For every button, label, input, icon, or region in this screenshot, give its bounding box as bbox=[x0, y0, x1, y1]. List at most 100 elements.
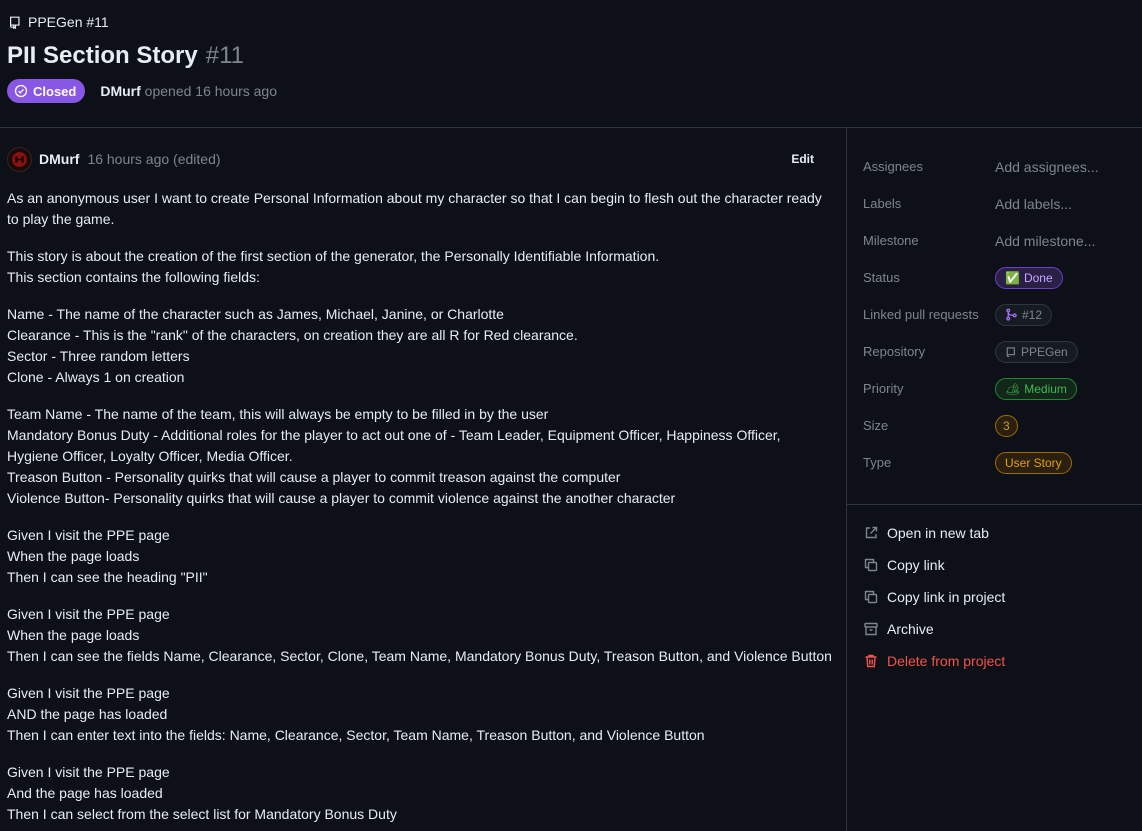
repo-icon bbox=[1006, 346, 1015, 357]
trash-icon bbox=[865, 654, 877, 668]
check-circle-icon bbox=[14, 84, 28, 98]
repository-label: PPEGen bbox=[1021, 344, 1068, 359]
comment-line: Then I can see the heading "PII" bbox=[7, 569, 208, 585]
comment-line: Violence Button- Personality quirks that… bbox=[7, 490, 676, 506]
priority-pill[interactable]: 🏕 Medium bbox=[995, 377, 1077, 400]
comment-author[interactable]: DMurf bbox=[39, 151, 79, 167]
action-label: Delete from project bbox=[887, 653, 1006, 669]
sidebar-divider bbox=[846, 128, 847, 831]
field-label: Priority bbox=[863, 381, 904, 396]
page-title: PII Section Story bbox=[7, 42, 198, 69]
avatar-emblem-icon bbox=[12, 151, 27, 167]
field-label: Status bbox=[863, 270, 900, 285]
repo-icon bbox=[10, 16, 20, 29]
merged-pr-icon bbox=[1006, 308, 1017, 321]
comment-paragraph: Given I visit the PPE page AND the page h… bbox=[7, 683, 832, 746]
copy-icon bbox=[864, 590, 878, 604]
comment-line: Given I visit the PPE page bbox=[7, 685, 170, 701]
linked-pr-label: #12 bbox=[1022, 307, 1043, 322]
status-badge: Closed bbox=[7, 79, 86, 103]
add-milestone-button[interactable]: Add milestone... bbox=[995, 233, 1095, 249]
repository-pill[interactable]: PPEGen bbox=[995, 340, 1078, 363]
title-row: PII Section Story #11 bbox=[7, 42, 244, 70]
field-labels: Labels Add labels... bbox=[863, 185, 1133, 222]
comment-line: This story is about the creation of the … bbox=[7, 248, 660, 264]
archive-icon bbox=[864, 622, 878, 636]
field-linked-prs: Linked pull requests #12 bbox=[863, 296, 1133, 333]
size-pill[interactable]: 3 bbox=[995, 414, 1018, 437]
edit-button[interactable]: Edit bbox=[791, 152, 829, 166]
status-badge-label: Closed bbox=[33, 83, 77, 99]
comment-line: Name - The name of the character such as… bbox=[7, 306, 504, 322]
add-assignees-button[interactable]: Add assignees... bbox=[995, 159, 1099, 175]
comment-line: Clearance - This is the "rank" of the ch… bbox=[7, 327, 578, 343]
comment-line: Given I visit the PPE page bbox=[7, 764, 170, 780]
comment-line: Then I can see the fields Name, Clearanc… bbox=[7, 648, 832, 664]
copy-icon bbox=[864, 558, 878, 572]
field-milestone: Milestone Add milestone... bbox=[863, 222, 1133, 259]
field-label: Repository bbox=[863, 344, 926, 359]
copy-link-in-project-button[interactable]: Copy link in project bbox=[863, 581, 1133, 613]
comment-line: Treason Button - Personality quirks that… bbox=[7, 469, 621, 485]
field-assignees: Assignees Add assignees... bbox=[863, 148, 1133, 185]
linked-pr-pill[interactable]: #12 bbox=[995, 303, 1053, 326]
field-label: Milestone bbox=[863, 233, 919, 248]
comment-line: Mandatory Bonus Duty - Additional roles … bbox=[7, 427, 781, 464]
copy-link-button[interactable]: Copy link bbox=[863, 549, 1133, 581]
comment-line: Sector - Three random letters bbox=[7, 348, 190, 364]
status-pill[interactable]: ✅ Done bbox=[995, 266, 1063, 289]
comment-line: This section contains the following fiel… bbox=[7, 269, 260, 285]
meta-row: Closed DMurf opened 16 hours ago bbox=[7, 79, 277, 103]
avatar[interactable] bbox=[7, 146, 32, 172]
comment-line: Then I can enter text into the fields: N… bbox=[7, 727, 705, 743]
comment-line: And the page has loaded bbox=[7, 785, 163, 801]
archive-button[interactable]: Archive bbox=[863, 613, 1133, 645]
field-label: Linked pull requests bbox=[863, 307, 979, 322]
priority-emoji-icon: 🏕 bbox=[1005, 381, 1021, 396]
comment-paragraph: As an anonymous user I want to create Pe… bbox=[7, 188, 832, 230]
comment-line: Then I can select from the select list f… bbox=[7, 806, 397, 822]
comment-line: When the page loads bbox=[7, 627, 140, 643]
field-priority: Priority 🏕 Medium bbox=[863, 370, 1133, 407]
status-pill-label: Done bbox=[1023, 270, 1053, 285]
field-size: Size 3 bbox=[863, 407, 1133, 444]
comment-line: Clone - Always 1 on creation bbox=[7, 369, 185, 385]
action-label: Archive bbox=[887, 621, 934, 637]
actions-list: Open in new tab Copy link Copy link in p… bbox=[863, 517, 1133, 677]
actions-divider bbox=[847, 504, 1142, 505]
comment-timestamp[interactable]: 16 hours ago (edited) bbox=[87, 151, 220, 167]
add-labels-button[interactable]: Add labels... bbox=[995, 196, 1072, 212]
comment-line: Team Name - The name of the team, this w… bbox=[7, 406, 549, 422]
comment-line: Given I visit the PPE page bbox=[7, 527, 170, 543]
field-label: Assignees bbox=[863, 159, 923, 174]
breadcrumb-label: PPEGen #11 bbox=[28, 14, 109, 30]
comment-paragraph: Given I visit the PPE page When the page … bbox=[7, 525, 832, 588]
comment-paragraph: Given I visit the PPE page When the page … bbox=[7, 604, 832, 667]
field-repository: Repository PPEGen bbox=[863, 333, 1133, 370]
open-in-new-tab-button[interactable]: Open in new tab bbox=[863, 517, 1133, 549]
external-link-icon bbox=[865, 526, 878, 539]
breadcrumb[interactable]: PPEGen #11 bbox=[8, 14, 109, 30]
comment-paragraph: Given I visit the PPE page And the page h… bbox=[7, 762, 832, 825]
field-label: Type bbox=[863, 455, 892, 470]
comment-line: When the page loads bbox=[7, 548, 140, 564]
type-pill[interactable]: User Story bbox=[995, 451, 1072, 474]
check-mark-icon: ✅ bbox=[1005, 270, 1020, 285]
action-label: Copy link bbox=[887, 557, 945, 573]
opened-info: DMurf opened 16 hours ago bbox=[100, 83, 277, 99]
field-status: Status ✅ Done bbox=[863, 259, 1133, 296]
comment-paragraph: Name - The name of the character such as… bbox=[7, 304, 832, 388]
field-label: Labels bbox=[863, 196, 902, 211]
field-type: Type User Story bbox=[863, 444, 1133, 481]
issue-header: PPEGen #11 PII Section Story #11 Closed … bbox=[0, 0, 1142, 128]
sidebar: Assignees Add assignees... Labels Add la… bbox=[863, 148, 1133, 481]
issue-author-link[interactable]: DMurf bbox=[100, 83, 140, 99]
action-label: Copy link in project bbox=[887, 589, 1006, 605]
action-label: Open in new tab bbox=[887, 525, 989, 541]
comment-body: As an anonymous user I want to create Pe… bbox=[7, 188, 832, 831]
opened-text: opened 16 hours ago bbox=[144, 83, 278, 99]
priority-label: Medium bbox=[1024, 381, 1067, 396]
comment-header: DMurf 16 hours ago (edited) Edit bbox=[7, 146, 829, 172]
delete-from-project-button[interactable]: Delete from project bbox=[863, 645, 1133, 677]
comment-paragraph: Team Name - The name of the team, this w… bbox=[7, 404, 832, 509]
